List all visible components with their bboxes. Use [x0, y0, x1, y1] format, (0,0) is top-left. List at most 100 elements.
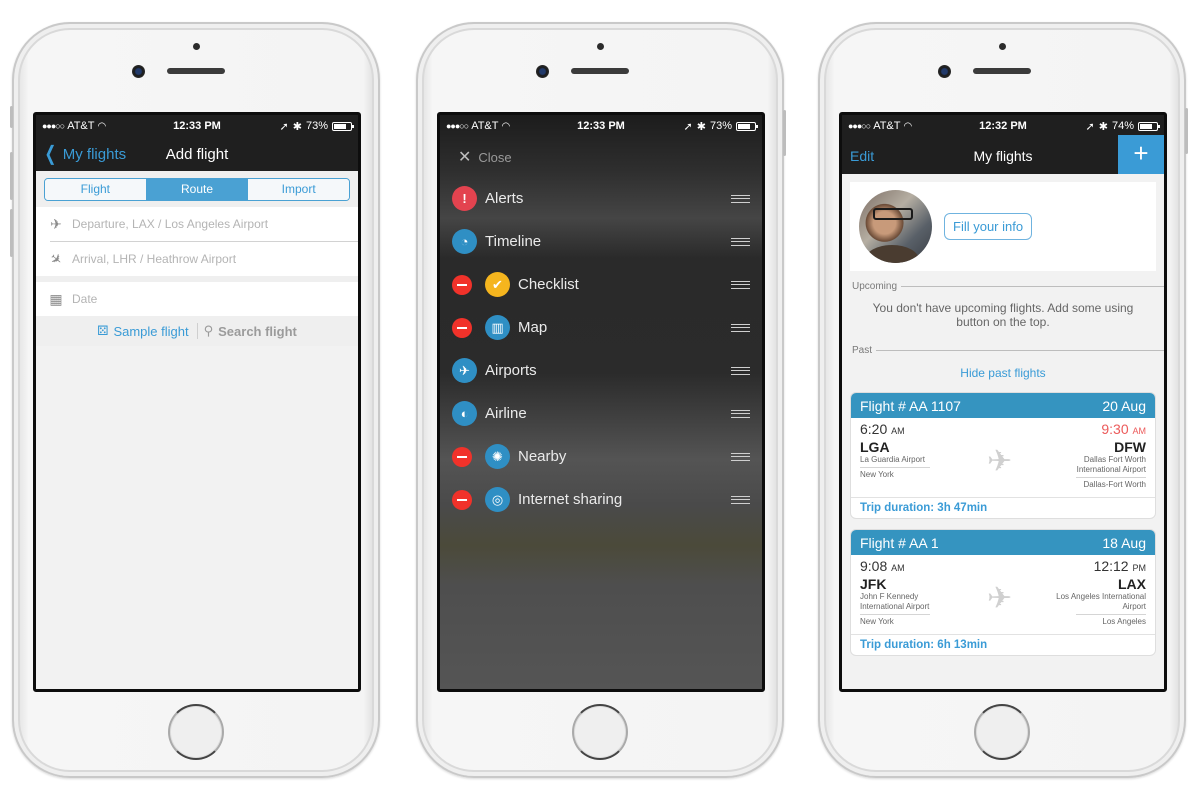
home-button[interactable] — [168, 704, 224, 760]
flight-list: Flight # AA 1107 20 Aug 6:20 AM LGA La G… — [842, 392, 1164, 656]
time-part: 9:30 — [1101, 421, 1129, 437]
menu-item-map[interactable]: ▥ Map — [440, 306, 762, 349]
arrival-input[interactable] — [72, 252, 348, 266]
battery-percent: 73% — [305, 120, 328, 132]
menu-item-label: Map — [518, 319, 548, 336]
arrival-city: Dallas-Fort Worth — [1083, 480, 1146, 489]
time-part: AM — [891, 426, 905, 436]
trip-duration: Trip duration: 3h 47min — [851, 497, 1155, 518]
upcoming-label: Upcoming — [852, 281, 898, 292]
reorder-handle-icon[interactable] — [731, 194, 750, 203]
departure-time: 6:20 AM — [860, 421, 930, 437]
menu-item-airline[interactable]: ◐ Airline — [440, 392, 762, 435]
remove-icon[interactable] — [452, 489, 472, 510]
nearby-icon: ✺ — [485, 444, 510, 469]
departure-info: 6:20 AM LGA La Guardia Airport New York — [860, 421, 930, 479]
menu-item-label: Internet sharing — [518, 491, 623, 508]
chevron-left-icon: ❮ — [44, 143, 57, 165]
earpiece-speaker — [571, 68, 629, 74]
earpiece-speaker — [167, 68, 225, 74]
battery-icon — [332, 121, 354, 131]
time-part: PM — [1132, 563, 1147, 573]
close-label: Close — [478, 149, 512, 165]
menu-item-internet-sharing[interactable]: ◎ Internet sharing — [440, 478, 762, 521]
earpiece-speaker — [973, 68, 1031, 74]
flight-card[interactable]: Flight # AA 1 18 Aug 9:08 AM JFK John F … — [850, 529, 1156, 656]
reorder-handle-icon[interactable] — [731, 366, 750, 375]
back-button[interactable]: ❮ My flights — [42, 143, 127, 165]
menu-item-nearby[interactable]: ✺ Nearby — [440, 435, 762, 478]
location-icon: ➚ — [279, 120, 289, 133]
flight-card-header: Flight # AA 1 18 Aug — [851, 530, 1155, 555]
wifi-icon: ◠ — [97, 120, 107, 132]
departure-input[interactable] — [72, 217, 348, 231]
reorder-handle-icon[interactable] — [731, 495, 750, 504]
phone-my-flights: ●●●○○ AT&T ◠ 12:32 PM ➚ ✱ 74% Edit My flight… — [818, 22, 1188, 778]
battery-fill — [334, 123, 346, 129]
close-button[interactable]: ✕ Close — [440, 137, 762, 177]
remove-icon[interactable] — [452, 317, 472, 338]
location-icon: ➚ — [1085, 120, 1095, 133]
alert-icon: ! — [452, 186, 477, 211]
add-flight-button[interactable]: + — [1118, 135, 1164, 174]
bluetooth-icon: ✱ — [1098, 120, 1108, 133]
date-field: ▦ — [36, 282, 358, 316]
departure-code: LGA — [860, 439, 890, 455]
avatar[interactable] — [859, 190, 932, 263]
remove-icon[interactable] — [452, 274, 472, 295]
reorder-handle-icon[interactable] — [731, 452, 750, 461]
flight-card-header: Flight # AA 1107 20 Aug — [851, 393, 1155, 418]
menu-item-checklist[interactable]: ✔ Checklist — [440, 263, 762, 306]
status-bar: ●●●○○ AT&T ◠ 12:33 PM ➚ ✱ 73% — [36, 115, 358, 137]
signal-icon: ●●●○○ — [42, 121, 65, 131]
reorder-handle-icon[interactable] — [731, 323, 750, 332]
hide-past-flights-link[interactable]: Hide past flights — [842, 366, 1164, 380]
power-button — [1185, 108, 1188, 154]
menu-list: ! Alerts ◔ Timeline ✔ Checklist ▥ Map ✈ Airports ◐… — [440, 177, 762, 521]
menu-item-airports[interactable]: ✈ Airports — [440, 349, 762, 392]
departure-city: New York — [860, 470, 894, 479]
volume-up-button — [10, 152, 13, 200]
time-part: 6:20 — [860, 421, 888, 437]
battery-icon — [736, 121, 758, 131]
clock-icon: ◔ — [452, 229, 477, 254]
menu-item-label: Airports — [485, 362, 537, 379]
search-icon: ⚲ — [203, 323, 214, 338]
menu-screen: ●●●○○ AT&T ◠ 12:33 PM ➚ ✱ 73% ✕ Close ! Alerts… — [437, 112, 765, 692]
bluetooth-icon: ✱ — [292, 120, 302, 133]
tab-route[interactable]: Route — [146, 179, 249, 200]
arrival-info: 12:12 PM LAX Los Angeles International A… — [1056, 558, 1146, 626]
tab-import[interactable]: Import — [248, 179, 349, 200]
date-input[interactable] — [72, 292, 348, 306]
menu-item-timeline[interactable]: ◔ Timeline — [440, 220, 762, 263]
menu-item-alerts[interactable]: ! Alerts — [440, 177, 762, 220]
landing-icon: ✈ — [46, 248, 66, 269]
power-button — [783, 110, 786, 156]
flight-card[interactable]: Flight # AA 1107 20 Aug 6:20 AM LGA La G… — [850, 392, 1156, 519]
reorder-handle-icon[interactable] — [731, 280, 750, 289]
home-button[interactable] — [572, 704, 628, 760]
reorder-handle-icon[interactable] — [731, 409, 750, 418]
close-icon: ✕ — [458, 149, 472, 166]
battery-icon — [1138, 121, 1160, 131]
arrival-code: DFW — [1114, 439, 1146, 455]
signal-icon: ●●●○○ — [848, 121, 871, 131]
edit-button[interactable]: Edit — [842, 148, 874, 164]
departure-time: 9:08 AM — [860, 558, 960, 574]
volume-down-button — [10, 209, 13, 257]
tab-flight[interactable]: Flight — [45, 179, 147, 200]
arrival-city: Los Angeles — [1102, 617, 1146, 626]
airline-icon: ◐ — [452, 401, 477, 426]
home-button[interactable] — [974, 704, 1030, 760]
front-camera — [938, 65, 951, 78]
flight-date: 20 Aug — [1102, 397, 1146, 414]
reorder-handle-icon[interactable] — [731, 237, 750, 246]
add-flight-screen: ●●●○○ AT&T ◠ 12:33 PM ➚ ✱ 73% ❮ My flights Ad… — [33, 112, 361, 692]
arrival-field: ✈ — [36, 242, 358, 276]
fill-info-button[interactable]: Fill your info — [944, 213, 1033, 240]
nav-bar: ❮ My flights Add flight — [36, 137, 358, 171]
search-flight-button[interactable]: ⚲ Search flight — [198, 323, 297, 339]
remove-icon[interactable] — [452, 446, 472, 467]
checklist-icon: ✔ — [485, 272, 510, 297]
sample-flight-button[interactable]: ⚄ Sample flight — [97, 323, 198, 339]
